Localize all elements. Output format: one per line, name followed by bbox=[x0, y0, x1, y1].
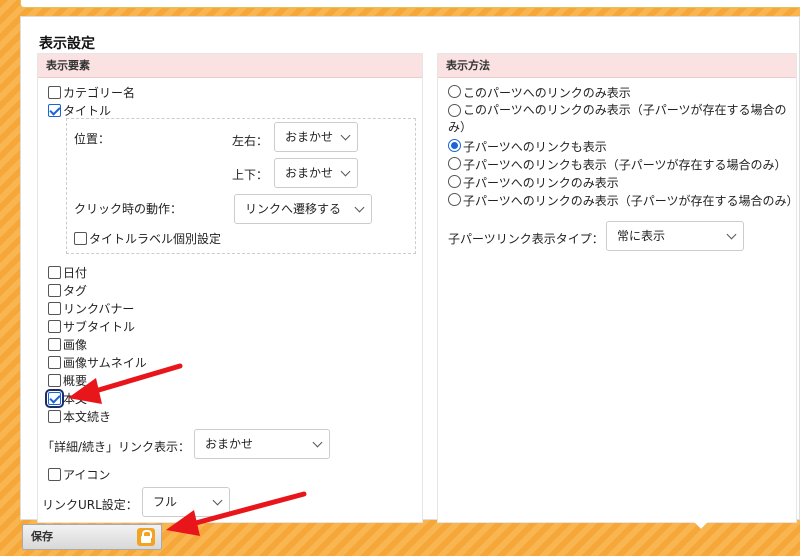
link-url-label: リンクURL設定： bbox=[42, 498, 138, 512]
top-panel-edge bbox=[20, 0, 800, 8]
checkbox-label: リンクバナー bbox=[63, 302, 135, 316]
vertical-label: 上下： bbox=[232, 168, 269, 182]
checkbox-label: タイトルラベル個別設定 bbox=[89, 232, 222, 246]
radio-label: 子パーツへのリンクも表示 bbox=[463, 140, 607, 154]
radio-children-only-if-exist[interactable]: 子パーツへのリンクのみ表示（子パーツが存在する場合のみ） bbox=[448, 192, 799, 209]
radio-circle[interactable] bbox=[448, 104, 461, 117]
chevron-down-icon bbox=[726, 229, 737, 240]
horizontal-label: 左右： bbox=[232, 134, 269, 148]
checkbox-label: 画像サムネイル bbox=[63, 356, 147, 370]
radio-this-part-only-if-children[interactable]: このパーツへのリンクのみ表示（子パーツが存在する場合のみ） bbox=[448, 102, 788, 136]
chevron-down-icon bbox=[212, 495, 223, 506]
radio-children-only[interactable]: 子パーツへのリンクのみ表示 bbox=[448, 174, 619, 191]
radio-circle[interactable] bbox=[448, 175, 461, 188]
select-value: おまかせ bbox=[285, 130, 334, 144]
radio-label: 子パーツへのリンクのみ表示（子パーツが存在する場合のみ） bbox=[463, 194, 799, 208]
checkbox-box[interactable] bbox=[74, 232, 87, 245]
checkbox-label: サブタイトル bbox=[63, 320, 136, 334]
display-elements-header: 表示要素 bbox=[38, 54, 422, 78]
checkbox-box[interactable] bbox=[48, 266, 61, 279]
checkbox-box[interactable] bbox=[48, 338, 61, 351]
display-method-header: 表示方法 bbox=[438, 54, 796, 78]
display-settings-panel: 表示設定 表示要素 カテゴリー名 タイトル 位置： 左右： おまかせ 上下： お… bbox=[20, 16, 800, 523]
checkbox-box[interactable] bbox=[48, 284, 61, 297]
radio-include-children-if-exist[interactable]: 子パーツへのリンクも表示（子パーツが存在する場合のみ） bbox=[448, 156, 787, 173]
checkbox-summary[interactable]: 概要 bbox=[48, 372, 87, 389]
checkbox-subtitle[interactable]: サブタイトル bbox=[48, 318, 135, 335]
checkbox-label: 本文続き bbox=[63, 410, 112, 424]
chevron-down-icon bbox=[312, 437, 323, 448]
checkbox-category-name[interactable]: カテゴリー名 bbox=[48, 84, 135, 101]
save-button[interactable]: 保存 bbox=[22, 524, 162, 550]
checkbox-tag[interactable]: タグ bbox=[48, 282, 87, 299]
select-value: おまかせ bbox=[285, 166, 334, 180]
checkbox-link-banner[interactable]: リンクバナー bbox=[48, 300, 134, 317]
checkbox-label: 日付 bbox=[63, 266, 88, 280]
chevron-down-icon bbox=[354, 202, 365, 213]
checkbox-label: カテゴリー名 bbox=[63, 86, 136, 100]
section-title: 表示設定 bbox=[39, 36, 95, 52]
select-value: おまかせ bbox=[205, 437, 254, 451]
checkbox-box[interactable] bbox=[48, 302, 61, 315]
vertical-select[interactable]: おまかせ bbox=[274, 158, 358, 188]
radio-circle[interactable] bbox=[448, 139, 461, 152]
checkbox-box[interactable] bbox=[48, 410, 61, 423]
checkbox-body[interactable]: 本文 bbox=[45, 389, 88, 408]
checkbox-date[interactable]: 日付 bbox=[48, 264, 87, 281]
checkbox-label: 概要 bbox=[63, 374, 88, 388]
checkbox-label: アイコン bbox=[63, 468, 111, 482]
chevron-down-icon bbox=[340, 130, 351, 141]
radio-label: このパーツへのリンクのみ表示（子パーツが存在する場合のみ） bbox=[448, 103, 787, 134]
select-value: フル bbox=[153, 495, 178, 509]
radio-circle[interactable] bbox=[448, 193, 461, 206]
radio-label: 子パーツへのリンクも表示（子パーツが存在する場合のみ） bbox=[463, 158, 787, 172]
display-method-column: 表示方法 このパーツへのリンクのみ表示 このパーツへのリンクのみ表示（子パーツが… bbox=[437, 53, 799, 523]
radio-label: このパーツへのリンクのみ表示 bbox=[463, 86, 631, 100]
click-action-select[interactable]: リンクへ遷移する bbox=[234, 194, 372, 224]
save-button-label: 保存 bbox=[31, 530, 53, 543]
child-link-type-select[interactable]: 常に表示 bbox=[606, 221, 744, 251]
chevron-down-icon bbox=[340, 166, 351, 177]
radio-include-children[interactable]: 子パーツへのリンクも表示 bbox=[448, 138, 607, 155]
checkbox-box[interactable] bbox=[48, 356, 61, 369]
click-action-label: クリック時の動作： bbox=[74, 202, 183, 216]
checkbox-label: 本文 bbox=[63, 392, 88, 406]
position-label: 位置： bbox=[74, 132, 111, 146]
display-elements-column: 表示要素 カテゴリー名 タイトル 位置： 左右： おまかせ 上下： おまかせ ク… bbox=[37, 53, 423, 523]
checkbox-box[interactable] bbox=[45, 389, 64, 408]
select-value: リンクへ遷移する bbox=[245, 202, 342, 216]
detail-link-select[interactable]: おまかせ bbox=[194, 429, 330, 459]
link-url-select[interactable]: フル bbox=[142, 487, 230, 517]
child-link-type-label: 子パーツリンク表示タイプ： bbox=[448, 232, 604, 246]
checkbox-box[interactable] bbox=[48, 374, 61, 387]
checkbox-label: 画像 bbox=[63, 338, 88, 352]
radio-circle[interactable] bbox=[448, 85, 461, 98]
detail-link-label: 「詳細/続き」リンク表示： bbox=[42, 440, 191, 454]
horizontal-select[interactable]: おまかせ bbox=[274, 122, 358, 152]
checkbox-box[interactable] bbox=[48, 320, 61, 333]
lock-icon bbox=[137, 528, 155, 546]
checkbox-icon[interactable]: アイコン bbox=[48, 466, 110, 483]
checkbox-title-label-individual[interactable]: タイトルラベル個別設定 bbox=[74, 230, 221, 247]
checkbox-box[interactable] bbox=[48, 104, 61, 117]
select-value: 常に表示 bbox=[617, 229, 666, 243]
checkbox-image[interactable]: 画像 bbox=[48, 336, 87, 353]
checkbox-body-continued[interactable]: 本文続き bbox=[48, 408, 111, 425]
checkbox-box[interactable] bbox=[48, 468, 61, 481]
checkbox-label: タイトル bbox=[63, 104, 112, 118]
radio-this-part-only[interactable]: このパーツへのリンクのみ表示 bbox=[448, 84, 631, 101]
radio-circle[interactable] bbox=[448, 157, 461, 170]
checkbox-box[interactable] bbox=[48, 86, 61, 99]
radio-label: 子パーツへのリンクのみ表示 bbox=[463, 176, 619, 190]
checkbox-image-thumbnail[interactable]: 画像サムネイル bbox=[48, 354, 147, 371]
checkbox-title[interactable]: タイトル bbox=[48, 102, 111, 119]
checkbox-label: タグ bbox=[63, 284, 88, 298]
